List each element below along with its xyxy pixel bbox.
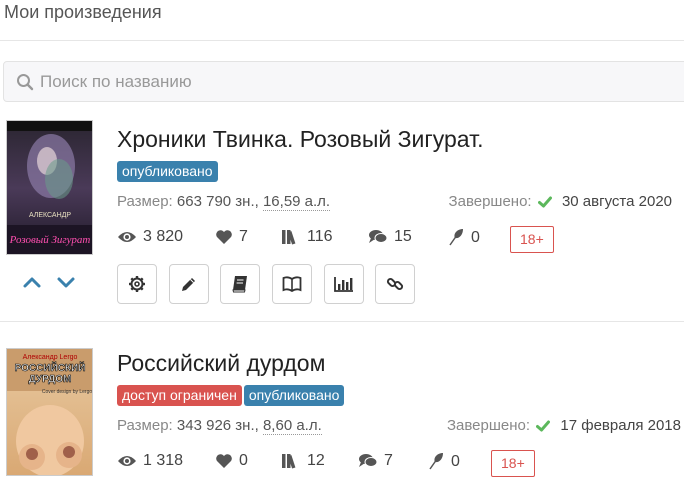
library-icon: [282, 454, 296, 469]
comments-count: 15: [394, 228, 412, 245]
work-item: АЛЕКСАНДР Розовый Зигурат Хроники Твинка…: [0, 120, 684, 320]
header-divider: [0, 40, 684, 41]
bar-chart-icon: [334, 277, 353, 292]
work-title[interactable]: Хроники Твинка. Розовый Зигурат.: [117, 126, 483, 153]
likes-count: 0: [239, 452, 248, 469]
search-input[interactable]: [40, 62, 640, 101]
library-count: 12: [307, 452, 325, 469]
reviews-stat: 0: [427, 452, 460, 476]
feather-icon: [449, 229, 463, 246]
link-button[interactable]: [375, 264, 415, 304]
restricted-badge: доступ ограничен: [117, 385, 242, 406]
size-label: Размер:: [117, 417, 173, 434]
size-label: Размер:: [117, 193, 173, 210]
eye-icon: [118, 232, 136, 242]
stats-row: 1 318 0 12 7 0 18+: [117, 450, 677, 477]
work-title[interactable]: Российский дурдом: [117, 350, 325, 377]
reviews-stat: 0: [447, 228, 480, 252]
cover-credit: Cover design by Lergo: [42, 389, 93, 395]
comments-stat: 15: [368, 228, 412, 252]
views-count: 1 318: [143, 452, 184, 469]
pencil-icon: [182, 278, 195, 291]
likes-stat: 7: [215, 228, 248, 252]
size-info: Размер: 663 790 зн., 16,59 а.л.: [117, 193, 331, 211]
cover-title: Розовый Зигурат: [9, 234, 91, 246]
page-title: Мои произведения: [4, 2, 162, 22]
comments-count: 7: [384, 452, 393, 469]
heart-icon: [216, 230, 232, 244]
likes-stat: 0: [215, 452, 248, 476]
views-stat: 1 318: [117, 452, 183, 476]
reviews-count: 0: [451, 453, 460, 470]
library-count: 116: [307, 228, 333, 245]
library-stat: 12: [281, 452, 325, 476]
cover-title-2: ДУРДОМ: [29, 374, 72, 385]
library-icon: [282, 230, 296, 245]
views-count: 3 820: [143, 228, 184, 245]
completed-info: Завершено: 17 февраля 2018: [447, 417, 681, 434]
search-icon: [17, 74, 34, 91]
library-stat: 116: [281, 228, 333, 252]
sort-controls: [20, 270, 80, 294]
heart-icon: [216, 454, 232, 468]
chevron-up-icon[interactable]: [20, 270, 44, 294]
work-divider: [0, 321, 684, 322]
chevron-down-icon[interactable]: [54, 270, 78, 294]
feather-icon: [429, 453, 443, 470]
comments-stat: 7: [358, 452, 393, 476]
completed-date: 17 февраля 2018: [560, 417, 681, 434]
status-badge: опубликовано: [243, 385, 345, 406]
status-badges: доступ ограничен опубликовано: [117, 385, 346, 407]
cover-title: РОССИЙСКИЙ: [15, 361, 86, 374]
status-badge: опубликовано: [117, 161, 218, 182]
search-box[interactable]: [3, 61, 684, 102]
reviews-count: 0: [471, 229, 480, 246]
open-book-icon: [282, 276, 302, 292]
size-al: 16,59 а.л.: [262, 193, 331, 211]
size-value: 663 790 зн.,: [176, 193, 259, 210]
chapters-button[interactable]: [220, 264, 260, 304]
check-icon: [536, 420, 551, 432]
read-button[interactable]: [272, 264, 312, 304]
comments-icon: [359, 454, 378, 467]
completed-label: Завершено:: [448, 193, 532, 210]
statistics-button[interactable]: [324, 264, 364, 304]
completed-label: Завершено:: [446, 417, 531, 434]
cover-image: Александр Lergo РОССИЙСКИЙ ДУРДОМ Cover …: [7, 349, 93, 475]
views-stat: 3 820: [117, 228, 183, 252]
age-rating-badge: 18+: [491, 450, 535, 477]
comments-icon: [369, 230, 388, 243]
age-rating-badge: 18+: [510, 226, 554, 253]
completed-info: Завершено: 30 августа 2020: [449, 193, 672, 210]
book-cover[interactable]: АЛЕКСАНДР Розовый Зигурат: [6, 120, 93, 255]
status-badges: опубликовано: [117, 161, 220, 183]
check-icon: [537, 196, 552, 208]
eye-icon: [118, 456, 136, 466]
stats-row: 3 820 7 116 15 0 18+: [117, 226, 677, 253]
gear-icon: [129, 276, 145, 292]
work-item: Александр Lergo РОССИЙСКИЙ ДУРДОМ Cover …: [0, 344, 684, 478]
cover-author: Александр Lergo: [23, 354, 78, 361]
size-al: 8,60 а.л.: [262, 417, 322, 435]
book-cover[interactable]: Александр Lergo РОССИЙСКИЙ ДУРДОМ Cover …: [6, 348, 93, 476]
size-info: Размер: 343 926 зн., 8,60 а.л.: [117, 417, 322, 435]
edit-button[interactable]: [169, 264, 209, 304]
likes-count: 7: [239, 228, 248, 245]
cover-author: АЛЕКСАНДР: [29, 212, 71, 219]
completed-date: 30 августа 2020: [561, 193, 672, 210]
book-icon: [232, 276, 247, 293]
size-value: 343 926 зн.,: [176, 417, 259, 434]
link-icon: [386, 277, 404, 291]
settings-button[interactable]: [117, 264, 157, 304]
cover-image: АЛЕКСАНДР Розовый Зигурат: [7, 121, 92, 254]
